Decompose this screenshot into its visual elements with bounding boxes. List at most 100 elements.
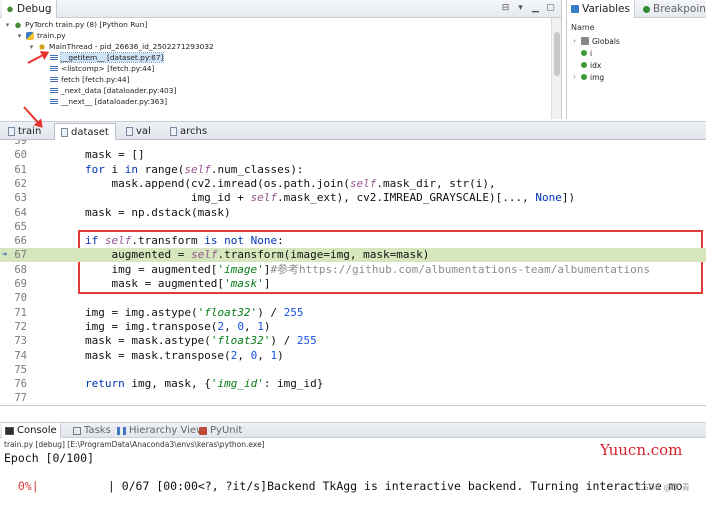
watermark-csdn: CSDN @李 青 <box>638 483 690 492</box>
stack-frame-row[interactable]: __next__ [dataloader.py:363] <box>0 96 552 107</box>
console-tabbar: Console Tasks Hierarchy View PyUnit <box>0 422 706 438</box>
variable-icon <box>581 62 587 68</box>
code-text: mask = [] <box>32 148 145 162</box>
collapse-all-icon[interactable]: ⊟ <box>500 3 511 14</box>
variable-row[interactable]: idx <box>571 59 620 71</box>
line-number: 77 <box>14 392 27 405</box>
watermark-text: Yuucn.com <box>600 441 683 459</box>
code-text: img_id + self.mask_ext), cv2.IMREAD_GRAY… <box>32 191 576 205</box>
variable-name: i <box>590 48 593 58</box>
console-tab-label: Console <box>17 425 57 436</box>
expand-toggle-icon[interactable]: ▾ <box>4 21 11 29</box>
editor-tab-archs[interactable]: archs <box>164 123 213 140</box>
progress-percent: 0%| <box>4 479 39 493</box>
code-line: 66 if self.transform is not None: <box>0 234 706 248</box>
tab-debug-label: Debug <box>17 3 52 15</box>
console-tab-pyunit[interactable]: PyUnit <box>196 423 245 438</box>
code-line: 64 mask = np.dstack(mask) <box>0 206 706 220</box>
stack-frame-label: train.py <box>37 31 66 40</box>
code-line: 76 return img, mask, {'img_id': img_id} <box>0 377 706 391</box>
line-number: 74 <box>14 349 27 362</box>
expand-toggle-icon[interactable]: ▾ <box>28 43 35 51</box>
code-text: img = img.astype('float32') / 255 <box>32 305 304 319</box>
stack-frame-label: fetch [fetch.py:44] <box>61 75 130 84</box>
console-tab-label: Tasks <box>84 425 111 436</box>
console-tab-label: Hierarchy View <box>129 425 205 436</box>
debug-scrollbar[interactable] <box>551 18 561 119</box>
python-file-icon <box>26 31 34 40</box>
stack-frame-row[interactable]: ▾ train.py <box>0 30 552 41</box>
stack-frame-label: MainThread - pid_26636_id_2502271293032 <box>49 42 214 51</box>
frame-icon <box>50 65 58 72</box>
stack-frame-row[interactable]: fetch [fetch.py:44] <box>0 74 552 85</box>
stack-frame-row[interactable]: __getitem__ [dataset.py:67] <box>0 52 552 63</box>
view-menu-icon[interactable]: ▾ <box>515 3 526 14</box>
code-text: mask = mask.transpose(2, 0, 1) <box>32 348 284 362</box>
expand-toggle-icon[interactable]: › <box>571 73 578 81</box>
frame-icon <box>50 87 58 94</box>
code-line: 75 <box>0 363 706 377</box>
debug-toolbar: ⊟ ▾ ▁ ▢ <box>500 3 556 14</box>
pyunit-icon <box>199 426 207 435</box>
expand-toggle-icon[interactable]: ▾ <box>16 32 23 40</box>
variable-name: img <box>590 72 605 82</box>
stack-frame-label: __next__ [dataloader.py:363] <box>61 97 168 106</box>
line-number: 68 <box>14 263 27 276</box>
tab-debug[interactable]: Debug <box>2 0 57 18</box>
tab-variables[interactable]: Variables <box>567 0 635 18</box>
line-number: 75 <box>14 363 27 376</box>
console-tab-label: PyUnit <box>210 425 243 436</box>
code-line: 73 mask = mask.astype('float32') / 255 <box>0 334 706 348</box>
code-line: 61 for i in range(self.num_classes): <box>0 163 706 177</box>
editor-tab-dataset[interactable]: dataset <box>54 123 116 140</box>
console-tab-tasks[interactable]: Tasks <box>70 423 114 438</box>
code-line: 62 mask.append(cv2.imread(os.path.join(s… <box>0 177 706 191</box>
tab-breakpoints-label: Breakpoints <box>653 3 706 15</box>
progress-text: | 0/67 [00:00<?, ?it/s]Backend TkAgg is … <box>38 479 683 493</box>
variables-list: › Globals i idx › img <box>571 35 620 83</box>
minimize-icon[interactable]: ▁ <box>530 3 541 14</box>
debug-tree: ▾ PyTorch train.py (8) [Python Run] ▾ train… <box>0 19 552 107</box>
line-number: 76 <box>14 378 27 391</box>
tab-breakpoints[interactable]: Breakpoints <box>639 0 706 18</box>
editor-tab-label: val <box>136 126 151 137</box>
console-epoch-line: Epoch [0/100] <box>4 451 95 465</box>
code-line: 59 <box>0 140 706 148</box>
code-text: mask = augmented['mask'] <box>32 277 271 290</box>
variables-icon <box>571 5 579 13</box>
code-line: 60 mask = [] <box>0 148 706 162</box>
code-text: if self.transform is not None: <box>84 234 284 248</box>
code-line: 74 mask = mask.transpose(2, 0, 1) <box>0 349 706 363</box>
line-number: 73 <box>14 335 27 348</box>
expand-toggle-icon[interactable]: › <box>571 37 578 45</box>
code-editor[interactable]: 59 60 mask = [] 61 for i in range(self.num… <box>0 140 706 406</box>
code-line: 68 img = augmented['image']#参考https://gi… <box>0 263 706 277</box>
stack-frame-row[interactable]: ▾ MainThread - pid_26636_id_2502271293032 <box>0 41 552 52</box>
console-tab-hierarchy-view[interactable]: Hierarchy View <box>114 423 207 438</box>
console-progress-line: 0%| | 0/67 [00:00<?, ?it/s]Backend TkAgg… <box>4 479 683 493</box>
console-tab-console[interactable]: Console <box>2 423 61 438</box>
console-icon <box>5 426 14 435</box>
code-line: 65 <box>0 220 706 234</box>
editor-tab-val[interactable]: val <box>120 123 157 140</box>
stack-frame-row[interactable]: _next_data [dataloader.py:403] <box>0 85 552 96</box>
tab-variables-label: Variables <box>582 3 630 15</box>
code-text: augmented = self.transform(image=img, ma… <box>32 248 430 262</box>
scroll-thumb[interactable] <box>554 32 560 76</box>
line-number: 69 <box>14 278 27 290</box>
stack-frame-row[interactable]: ▾ PyTorch train.py (8) [Python Run] <box>0 19 552 30</box>
line-number: 71 <box>14 306 27 319</box>
maximize-icon[interactable]: ▢ <box>545 3 556 14</box>
line-number: 70 <box>14 292 27 305</box>
variable-row[interactable]: i <box>571 47 620 59</box>
code-text: img = augmented['image']#参考https://githu… <box>32 262 651 276</box>
frame-icon <box>50 98 58 105</box>
hierarchy-icon <box>117 426 126 435</box>
code-text: for i in range(self.num_classes): <box>84 162 304 176</box>
stack-frame-row[interactable]: <listcomp> [fetch.py:44] <box>0 63 552 74</box>
variable-row[interactable]: › img <box>571 71 620 83</box>
line-number: 59 <box>14 140 27 147</box>
variable-row[interactable]: › Globals <box>571 35 620 47</box>
variables-tabbar: Variables Breakpoints <box>567 0 706 18</box>
line-number: 61 <box>14 163 27 176</box>
